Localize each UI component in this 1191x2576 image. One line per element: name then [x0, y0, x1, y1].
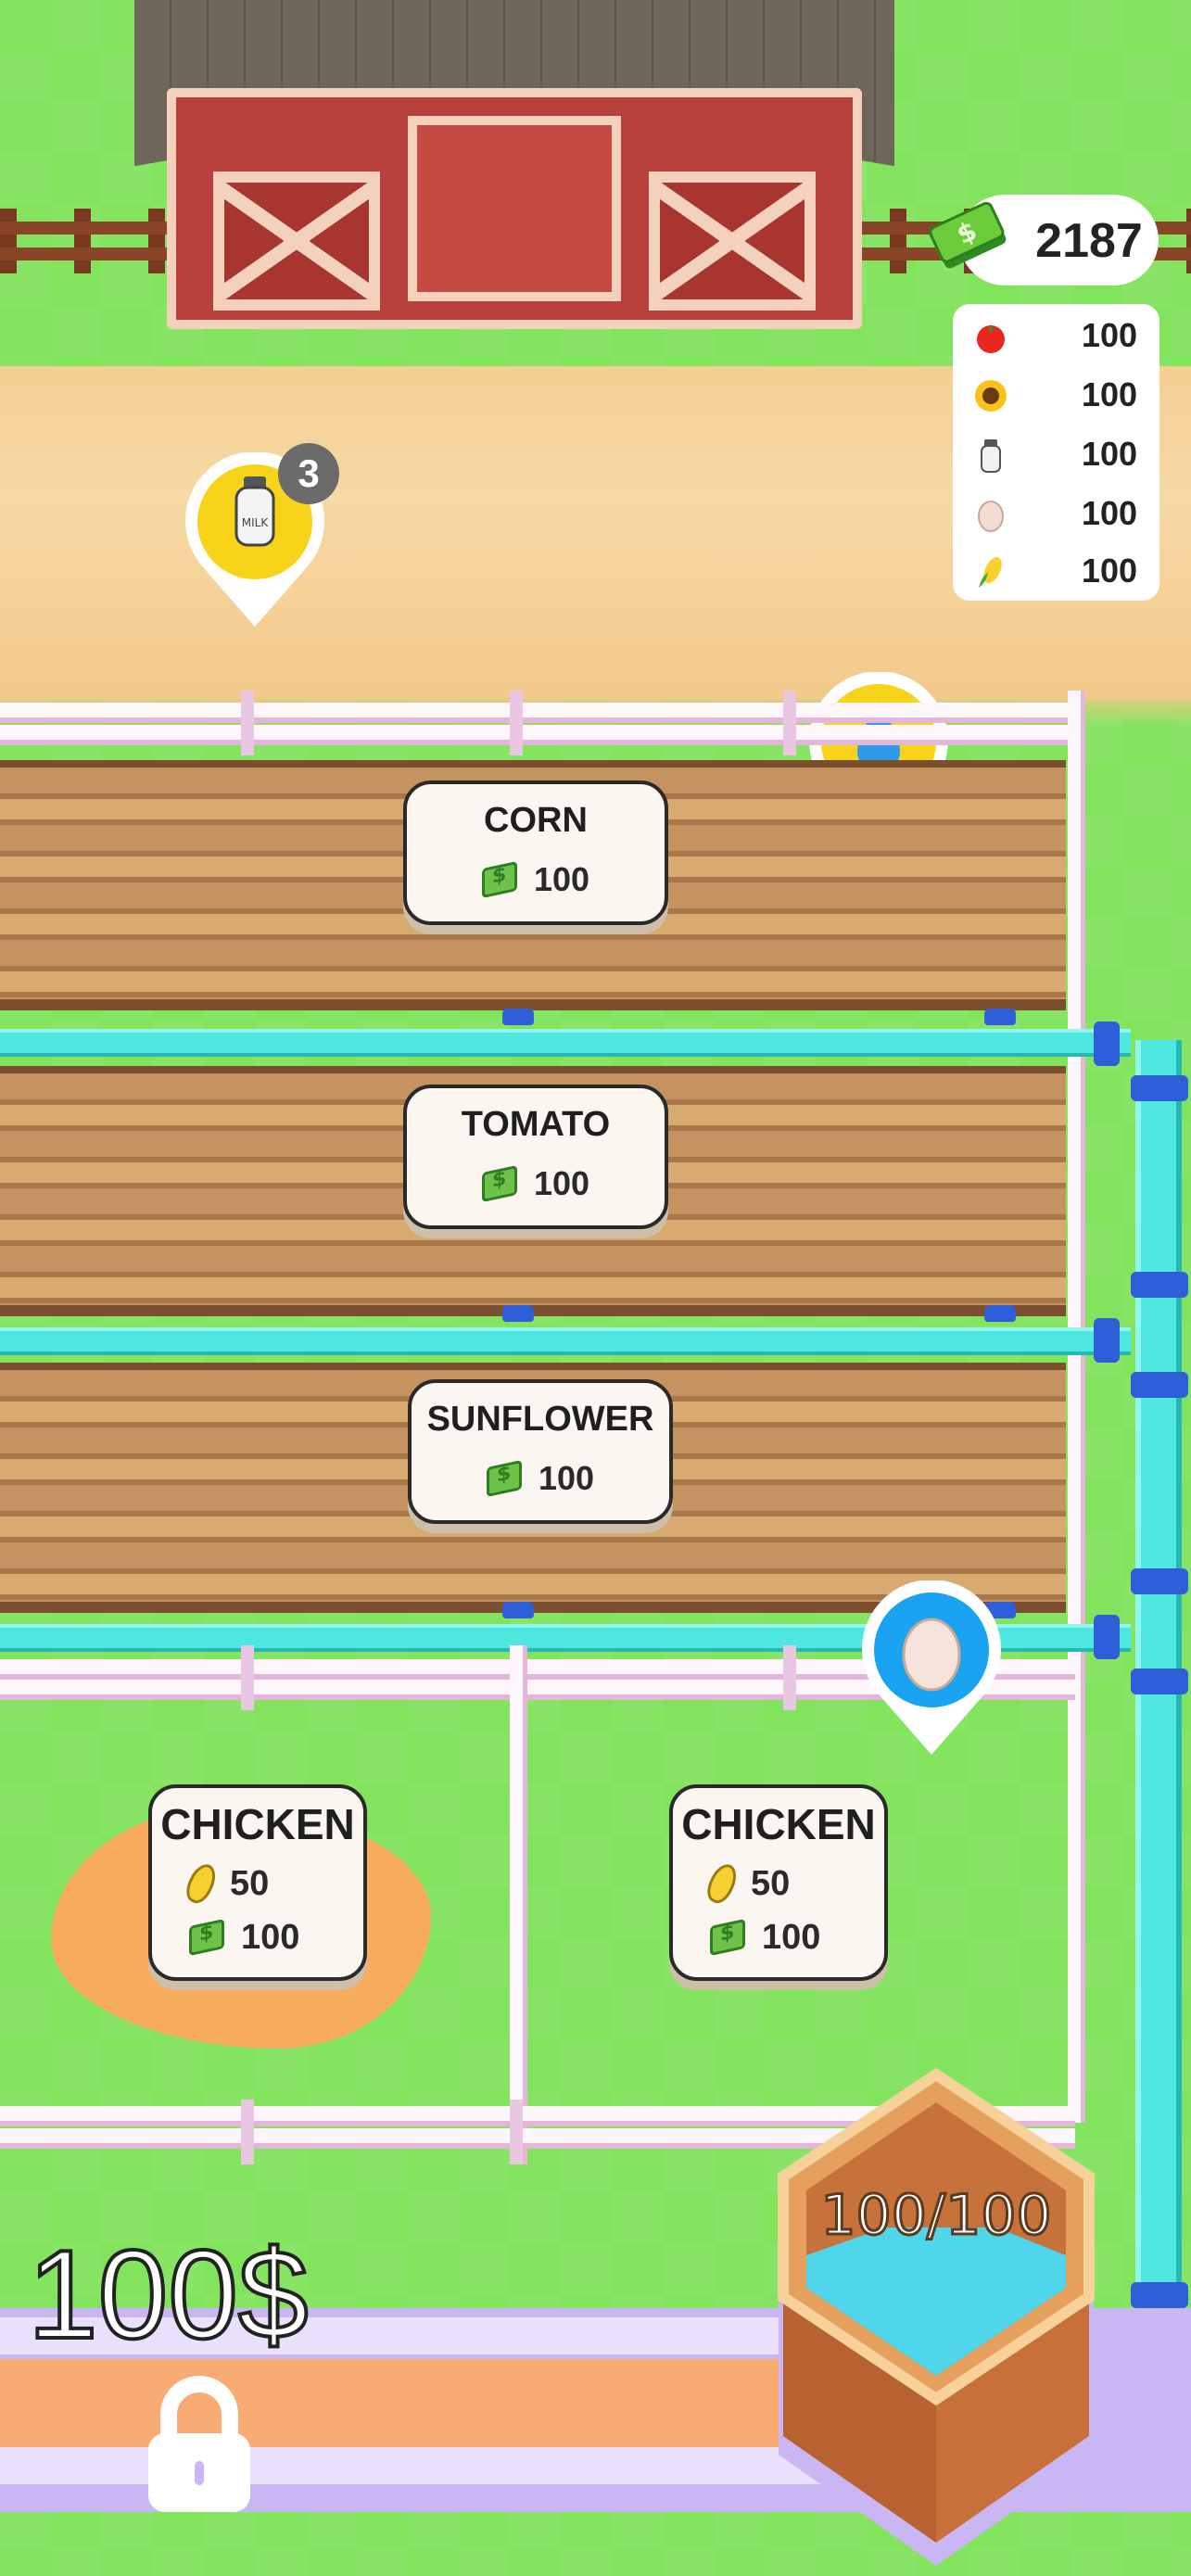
chicken-pen-card-2[interactable]: CHICKEN 50 100 [669, 1784, 888, 1981]
fence-divider [510, 1645, 527, 2164]
chicken-pen-card-1[interactable]: CHICKEN 50 100 [148, 1784, 367, 1981]
inventory-row-milk: 100 [953, 426, 1159, 482]
barn [167, 88, 862, 329]
corn-icon [979, 556, 1002, 588]
inventory-panel: 100 100 100 100 100 [953, 304, 1159, 601]
fence-rail [0, 703, 1075, 723]
water-pipe [0, 1029, 1131, 1057]
corn-icon [181, 1859, 222, 1908]
water-pipe [0, 1327, 1131, 1355]
cash-stack-icon: $ [929, 201, 1007, 269]
water-tank-level: 100/100 [819, 2182, 1053, 2250]
svg-text:MILK: MILK [242, 516, 270, 529]
milk-bottle-icon [981, 439, 1001, 473]
cash-icon [486, 1459, 522, 1498]
water-pipe-vertical [1135, 1040, 1182, 2356]
inventory-row-egg: 100 [953, 486, 1159, 541]
egg-icon [902, 1618, 961, 1692]
water-tank[interactable] [774, 2065, 1098, 2570]
inventory-row-sunflower: 100 [953, 367, 1159, 423]
inventory-row-tomato: 100 [953, 308, 1159, 363]
cash-icon [481, 1164, 517, 1203]
corn-icon [702, 1859, 742, 1908]
lock-icon[interactable] [139, 2368, 260, 2517]
cash-icon [481, 860, 517, 899]
fence-right [1068, 691, 1085, 2123]
milk-count-badge: 3 [278, 443, 339, 504]
cash-amount: 2187 [1035, 214, 1143, 268]
cash-icon [710, 1918, 745, 1957]
corn-field-card[interactable]: CORN 100 [403, 780, 668, 925]
tomato-field-card[interactable]: TOMATO 100 [403, 1085, 668, 1229]
cash-icon [189, 1918, 224, 1957]
sunflower-icon [975, 380, 1007, 412]
sunflower-field-card[interactable]: SUNFLOWER 100 [408, 1379, 673, 1524]
inventory-row-corn: 100 [953, 543, 1159, 599]
tomato-icon [977, 324, 1005, 353]
locked-plot-price: 100$ [26, 2224, 310, 2365]
egg-icon [978, 501, 1004, 532]
egg-pin[interactable] [862, 1580, 1001, 1757]
